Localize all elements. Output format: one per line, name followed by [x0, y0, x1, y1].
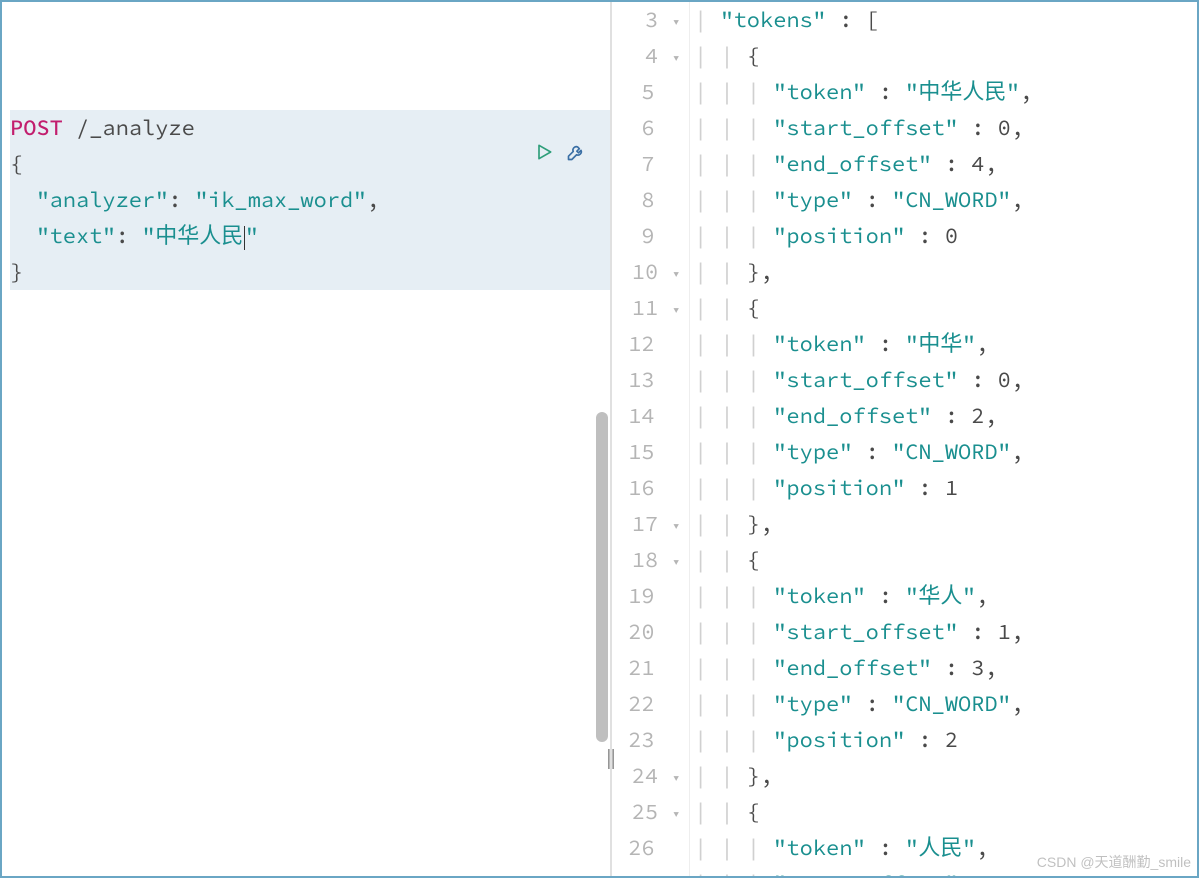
line-number: 13	[612, 362, 681, 398]
response-line: | | | "token" : "中华人民",	[694, 74, 1197, 110]
response-line: | | | "token" : "华人",	[694, 578, 1197, 614]
response-viewer-pane[interactable]: 3 ▾4 ▾5 6 7 8 9 10 ▾11 ▾12 13 14 15 16 1…	[612, 2, 1197, 876]
line-number: 22	[612, 686, 681, 722]
response-line: | | | "start_offset" : 1,	[694, 614, 1197, 650]
request-editor-pane[interactable]: POST /_analyze { "analyzer": "ik_max_wor…	[2, 2, 612, 876]
pane-splitter-handle[interactable]: ‖	[602, 742, 620, 772]
response-line: | | },	[694, 758, 1197, 794]
response-code: | "tokens" : [| | {| | | "token" : "中华人民…	[690, 2, 1197, 876]
line-number: 19	[612, 578, 681, 614]
line-number: 16	[612, 470, 681, 506]
response-line: | | | "type" : "CN_WORD",	[694, 686, 1197, 722]
line-number: 4 ▾	[612, 38, 681, 74]
line-number: 9	[612, 218, 681, 254]
response-line: | | | "token" : "中华",	[694, 326, 1197, 362]
line-number-gutter: 3 ▾4 ▾5 6 7 8 9 10 ▾11 ▾12 13 14 15 16 1…	[612, 2, 690, 876]
wrench-icon[interactable]	[564, 140, 588, 164]
json-text-line: "text": "中华人民"	[10, 218, 610, 254]
line-number: 12	[612, 326, 681, 362]
line-number: 20	[612, 614, 681, 650]
watermark: CSDN @天道酬勤_smile	[1037, 852, 1191, 872]
response-line: | | {	[694, 290, 1197, 326]
line-number: 27	[612, 866, 681, 876]
response-line: | | },	[694, 254, 1197, 290]
line-number: 7	[612, 146, 681, 182]
line-number: 23	[612, 722, 681, 758]
response-line: | "tokens" : [	[694, 2, 1197, 38]
response-line: | | {	[694, 542, 1197, 578]
response-line: | | | "end_offset" : 3,	[694, 650, 1197, 686]
line-number: 26	[612, 830, 681, 866]
response-line: | | | "position" : 2	[694, 722, 1197, 758]
response-line: | | | "start_offset" : 0,	[694, 362, 1197, 398]
app-root: POST /_analyze { "analyzer": "ik_max_wor…	[0, 0, 1199, 878]
line-number: 24 ▾	[612, 758, 681, 794]
line-number: 21	[612, 650, 681, 686]
response-line: | | | "type" : "CN_WORD",	[694, 182, 1197, 218]
json-analyzer-line: "analyzer": "ik_max_word",	[10, 182, 610, 218]
response-line: | | | "end_offset" : 2,	[694, 398, 1197, 434]
line-number: 25 ▾	[612, 794, 681, 830]
response-line: | | },	[694, 506, 1197, 542]
json-close-brace: }	[10, 254, 610, 290]
json-open-brace: {	[10, 146, 610, 182]
line-number: 10 ▾	[612, 254, 681, 290]
response-line: | | | "end_offset" : 4,	[694, 146, 1197, 182]
play-icon[interactable]	[534, 142, 554, 162]
http-method: POST	[10, 114, 63, 142]
response-line: | | | "position" : 1	[694, 470, 1197, 506]
line-number: 6	[612, 110, 681, 146]
line-number: 17 ▾	[612, 506, 681, 542]
vertical-scrollbar[interactable]	[596, 412, 608, 742]
response-line: | | | "type" : "CN_WORD",	[694, 434, 1197, 470]
line-number: 15	[612, 434, 681, 470]
http-path: /_analyze	[76, 114, 195, 142]
line-number: 3 ▾	[612, 2, 681, 38]
line-number: 8	[612, 182, 681, 218]
line-number: 18 ▾	[612, 542, 681, 578]
response-line: | | | "start_offset" : 0,	[694, 110, 1197, 146]
request-actions	[534, 140, 588, 164]
response-line: | | {	[694, 38, 1197, 74]
line-number: 5	[612, 74, 681, 110]
response-line: | | | "position" : 0	[694, 218, 1197, 254]
request-code[interactable]: POST /_analyze { "analyzer": "ik_max_wor…	[2, 2, 610, 876]
line-number: 14	[612, 398, 681, 434]
line-number: 11 ▾	[612, 290, 681, 326]
response-line: | | {	[694, 794, 1197, 830]
request-line[interactable]: POST /_analyze	[10, 110, 610, 146]
